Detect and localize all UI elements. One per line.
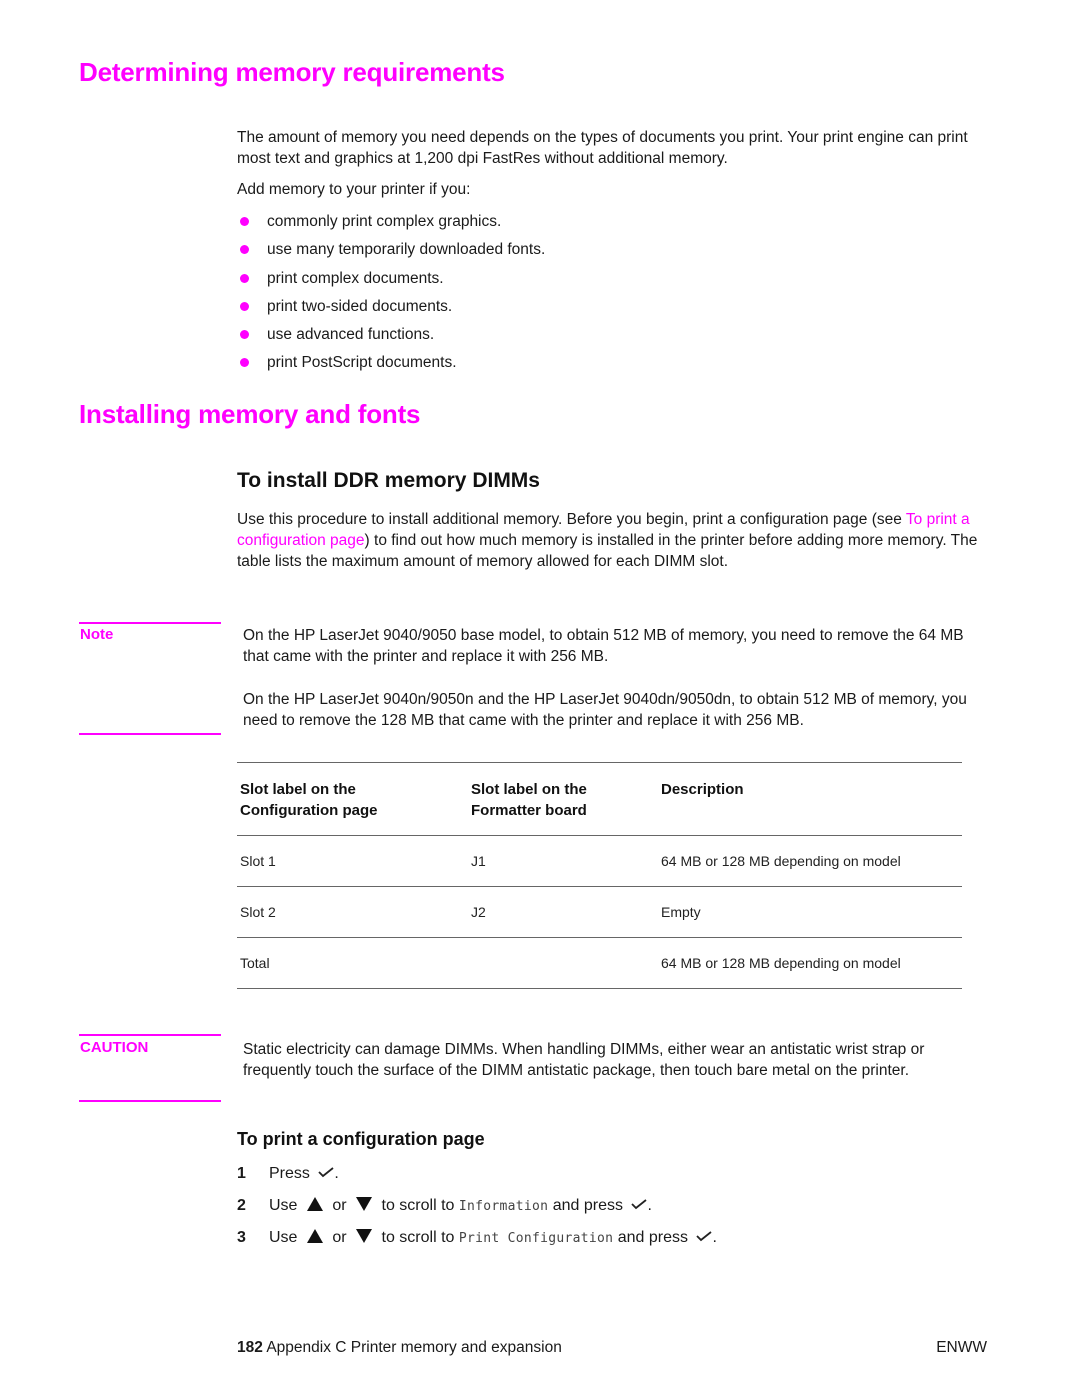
cell-config-slot: Slot 1 xyxy=(240,853,276,869)
caution-top-rule xyxy=(79,1034,221,1036)
chapter-title: Appendix C Printer memory and expansion xyxy=(266,1339,562,1356)
table-row: Slot 2 J2 Empty xyxy=(237,887,962,938)
step-text: to scroll to xyxy=(381,1229,455,1246)
list-item: commonly print complex graphics. xyxy=(237,211,545,239)
bullet-icon xyxy=(240,301,249,311)
cell-formatter-slot: J2 xyxy=(471,904,486,920)
cell-config-slot: Total xyxy=(240,955,270,971)
table-header-row: Slot label on the Configuration page Slot… xyxy=(237,762,962,836)
caution-text: Static electricity can damage DIMMs. Whe… xyxy=(243,1041,925,1079)
procedure-paragraph: Use this procedure to install additional… xyxy=(237,509,987,572)
step-item: 2 Use or to scroll to Information and pr… xyxy=(237,1195,717,1227)
list-item-text: print two-sided documents. xyxy=(267,297,453,315)
note-bottom-rule xyxy=(79,733,221,735)
step-text: and press xyxy=(617,1229,689,1246)
cell-description: Empty xyxy=(661,904,701,920)
cell-description: 64 MB or 128 MB depending on model xyxy=(661,853,901,869)
list-item-text: use many temporarily downloaded fonts. xyxy=(267,241,546,259)
note-paragraph-2: On the HP LaserJet 9040n/9050n and the H… xyxy=(243,691,967,729)
up-arrow-icon xyxy=(306,1228,324,1250)
step-text: to scroll to xyxy=(381,1197,455,1214)
table-row: Slot 1 J1 64 MB or 128 MB depending on m… xyxy=(237,836,962,887)
list-item: use many temporarily downloaded fonts. xyxy=(237,239,545,267)
header-formatter-slot: Slot label on the Formatter board xyxy=(468,763,658,836)
header-line: Configuration page xyxy=(240,802,378,819)
header-line: Description xyxy=(661,781,744,798)
cell-config-slot: Slot 2 xyxy=(240,904,276,920)
step-text: Press xyxy=(269,1165,310,1182)
note-paragraph-1: On the HP LaserJet 9040/9050 base model,… xyxy=(243,627,964,665)
step-number: 1 xyxy=(237,1165,246,1182)
bullet-icon xyxy=(240,217,249,226)
checkmark-icon xyxy=(696,1227,713,1248)
step-number: 2 xyxy=(237,1197,246,1214)
list-item-text: use advanced functions. xyxy=(267,326,435,344)
header-line: Slot label on the xyxy=(471,781,587,798)
step-text: or xyxy=(332,1197,347,1214)
bullet-icon xyxy=(240,273,249,283)
caution-label: CAUTION xyxy=(80,1039,149,1056)
cell-formatter-slot: J1 xyxy=(471,853,486,869)
subheading-print-config: To print a configuration page xyxy=(237,1129,485,1149)
footer-code: ENWW xyxy=(936,1339,987,1356)
step-item: 3 Use or to scroll to Print Configuratio… xyxy=(237,1227,717,1259)
up-arrow-icon xyxy=(306,1196,324,1218)
page-footer: 182 Appendix C Printer memory and expans… xyxy=(237,1339,562,1357)
list-item: print complex documents. xyxy=(237,268,545,296)
header-description: Description xyxy=(658,763,962,836)
list-item: use advanced functions. xyxy=(237,324,545,352)
step-item: 1 Press . xyxy=(237,1163,339,1184)
memory-reasons-list: commonly print complex graphics. use man… xyxy=(237,211,545,381)
bullet-icon xyxy=(240,330,249,340)
bullet-icon xyxy=(240,358,249,368)
paragraph-text: Use this procedure to install additional… xyxy=(237,511,906,528)
step-text: or xyxy=(332,1229,347,1246)
list-item: print PostScript documents. xyxy=(237,352,545,380)
heading-determining-memory: Determining memory requirements xyxy=(79,57,505,87)
list-item-text: print complex documents. xyxy=(267,269,444,287)
config-steps-list: 1 Press . 2 Use or to scroll to Informat… xyxy=(237,1163,717,1259)
cell-description: 64 MB or 128 MB depending on model xyxy=(661,955,901,971)
step-text: Use xyxy=(269,1197,298,1214)
down-arrow-icon xyxy=(355,1196,373,1218)
dimm-slot-table: Slot label on the Configuration page Slot… xyxy=(237,762,962,989)
checkmark-icon xyxy=(631,1195,648,1216)
list-item-text: commonly print complex graphics. xyxy=(267,213,502,230)
subheading-install-dimms: To install DDR memory DIMMs xyxy=(237,469,540,492)
list-item: print two-sided documents. xyxy=(237,296,545,324)
step-text: and press xyxy=(552,1197,623,1214)
header-line: Slot label on the xyxy=(240,781,356,798)
caution-bottom-rule xyxy=(79,1100,221,1102)
header-line: Formatter board xyxy=(471,802,587,819)
intro-paragraph: The amount of memory you need depends on… xyxy=(237,129,968,167)
checkmark-icon xyxy=(318,1163,334,1184)
note-top-rule xyxy=(79,622,221,624)
bullet-icon xyxy=(240,245,249,255)
note-label: Note xyxy=(80,626,114,643)
header-config-slot: Slot label on the Configuration page xyxy=(237,763,468,836)
heading-installing-memory: Installing memory and fonts xyxy=(79,399,421,429)
menu-item-name: Information xyxy=(458,1199,549,1214)
add-memory-lead: Add memory to your printer if you: xyxy=(237,181,471,198)
step-text: Use xyxy=(269,1229,298,1246)
page-number: 182 xyxy=(237,1339,263,1356)
list-item-text: print PostScript documents. xyxy=(267,354,457,372)
menu-item-name: Print Configuration xyxy=(458,1231,614,1246)
step-number: 3 xyxy=(237,1229,246,1246)
down-arrow-icon xyxy=(355,1228,373,1250)
cell-formatter-slot xyxy=(468,938,658,989)
table-row: Total 64 MB or 128 MB depending on model xyxy=(237,938,962,989)
